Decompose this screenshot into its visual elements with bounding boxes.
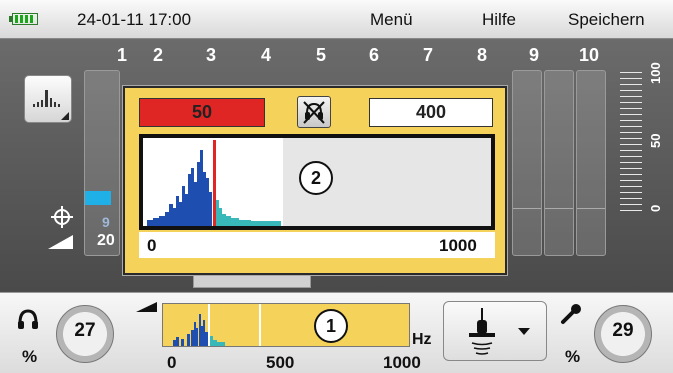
- spectrum-view-icon: [33, 90, 69, 120]
- channel-1-level: [85, 191, 111, 205]
- menu-button[interactable]: Menü: [370, 10, 413, 30]
- channel-1-small-value: 9: [102, 214, 110, 230]
- headphone-icon: [18, 309, 38, 329]
- channel-number-5: 5: [315, 45, 326, 65]
- channel-number-9: 9: [528, 45, 539, 65]
- channel-1-value: 20: [97, 232, 115, 249]
- channel-number-1: 1: [116, 45, 127, 65]
- channel-number-8: 8: [476, 45, 487, 65]
- channel-bar-9b[interactable]: [544, 70, 574, 256]
- bottom-axis-1000: 1000: [383, 353, 421, 372]
- mute-button[interactable]: [297, 96, 331, 128]
- channel-9b-level: [545, 208, 573, 255]
- marker-1: 1: [314, 309, 348, 343]
- popup-axis: 0 1000: [139, 232, 495, 258]
- channel-number-6: 6: [368, 45, 379, 65]
- spectrum-popup[interactable]: 50 400 2 0 1000: [123, 86, 507, 275]
- hz-label: Hz: [412, 331, 432, 348]
- bottom-axis-500: 500: [266, 353, 295, 372]
- bottom-axis-0: 0: [167, 353, 177, 372]
- help-button[interactable]: Hilfe: [482, 10, 516, 30]
- dropdown-arrow-icon: [518, 328, 530, 335]
- channel-bar-10[interactable]: [576, 70, 606, 256]
- battery-icon: [9, 13, 38, 25]
- volume-ramp-icon: [48, 235, 73, 249]
- crosshair-icon[interactable]: [50, 205, 74, 229]
- lower-limit-field[interactable]: 50: [139, 98, 265, 127]
- headphone-unit: %: [22, 347, 38, 366]
- channel-number-3: 3: [205, 45, 216, 65]
- bottom-spectrum[interactable]: [162, 303, 410, 347]
- bottom-bar: % 27 1 Hz 0 500 1000 % 29: [0, 292, 673, 373]
- mute-icon: [303, 101, 325, 124]
- sensor-icon: [469, 308, 530, 355]
- channel-number-2: 2: [152, 45, 163, 65]
- marker-2: 2: [299, 161, 333, 195]
- volume-ramp-small-icon: [136, 302, 157, 312]
- channel-10-level: [577, 208, 605, 255]
- sensor-select-button[interactable]: [443, 301, 547, 361]
- scale-label-0: 0: [648, 204, 663, 212]
- upper-limit-field[interactable]: 400: [369, 98, 493, 127]
- headphone-volume-value: 27: [74, 320, 96, 341]
- microphone-icon: [561, 304, 581, 324]
- mic-volume-value: 29: [612, 320, 634, 341]
- channel-number-7: 7: [422, 45, 433, 65]
- mic-volume-knob[interactable]: 29: [594, 305, 652, 363]
- mic-unit: %: [565, 347, 581, 366]
- scale-label-100: 100: [648, 62, 663, 84]
- datetime: 24-01-11 17:00: [77, 10, 192, 29]
- channel-9-level: [513, 208, 541, 255]
- headphone-volume-knob[interactable]: 27: [56, 305, 114, 363]
- scale-label-50: 50: [648, 133, 663, 148]
- channel-number-10: 10: [578, 45, 600, 65]
- save-button[interactable]: Speichern: [568, 10, 645, 30]
- bottom-spectrum-graph: [173, 304, 261, 346]
- channel-bar-9[interactable]: [512, 70, 542, 256]
- popup-axis-max: 1000: [439, 236, 477, 255]
- top-bar: 24-01-11 17:00 Menü Hilfe Speichern: [0, 0, 673, 39]
- popup-axis-min: 0: [147, 236, 157, 255]
- channel-number-4: 4: [260, 45, 271, 65]
- spectrum-view-button[interactable]: [24, 75, 72, 123]
